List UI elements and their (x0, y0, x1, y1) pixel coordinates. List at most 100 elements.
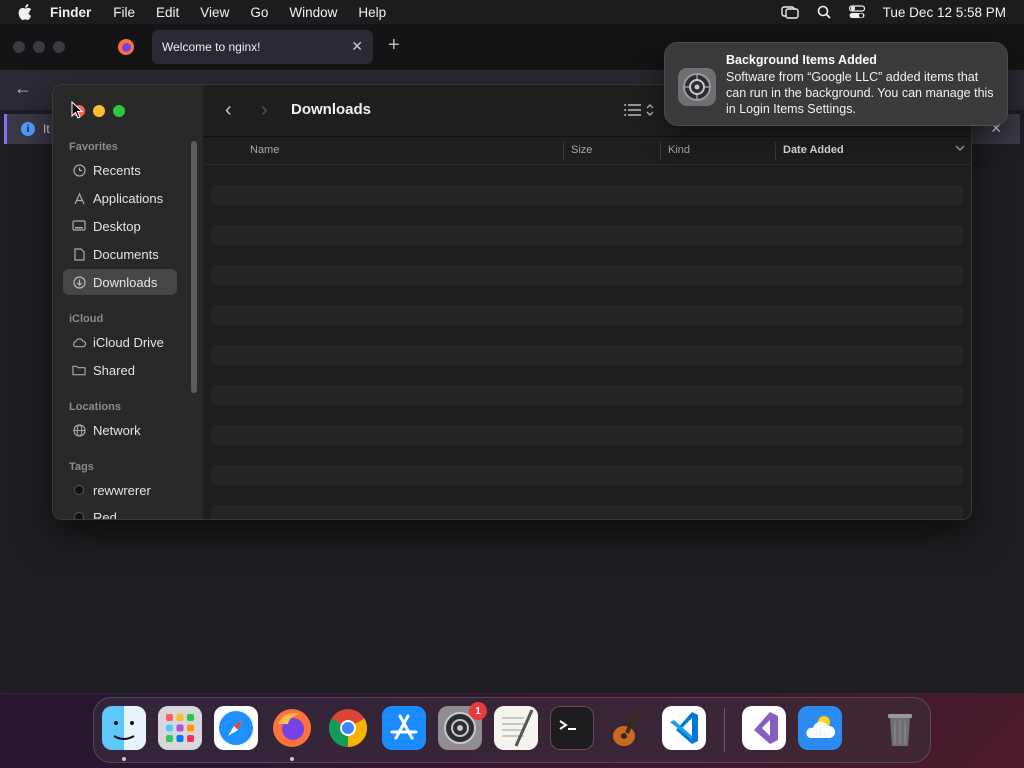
mouse-cursor-icon (71, 100, 84, 124)
sidebar-item-shared[interactable]: Shared (63, 357, 177, 383)
sidebar-section-icloud: iCloud (69, 313, 104, 325)
cloud-icon (72, 335, 86, 349)
notification-title: Background Items Added (726, 53, 877, 67)
running-indicator (290, 757, 294, 761)
back-chevron-icon[interactable]: ‹ (225, 99, 232, 122)
sidebar-item-label: Recents (93, 162, 141, 178)
app-store-dock-icon[interactable] (382, 706, 426, 750)
control-center-icon[interactable] (848, 5, 865, 19)
weather-dock-icon[interactable] (798, 706, 842, 750)
window-zoom-button[interactable] (113, 105, 125, 117)
empty-row (211, 225, 963, 245)
sidebar-item-label: iCloud Drive (93, 334, 164, 350)
safari-dock-icon[interactable] (214, 706, 258, 750)
applications-icon (72, 191, 86, 205)
sort-chevron-down-icon[interactable] (955, 143, 965, 155)
clock-icon (72, 163, 86, 177)
empty-row (211, 385, 963, 405)
menu-help[interactable]: Help (358, 5, 386, 20)
empty-row (211, 345, 963, 365)
shared-folder-icon (72, 363, 86, 377)
document-icon (72, 247, 86, 261)
menu-edit[interactable]: Edit (156, 5, 179, 20)
sidebar-item-label: Applications (93, 190, 164, 206)
sidebar-section-tags: Tags (69, 461, 94, 473)
browser-tab[interactable]: Welcome to nginx! ✕ (152, 30, 373, 64)
info-icon: i (21, 122, 35, 136)
column-divider[interactable] (660, 142, 661, 160)
column-header-name[interactable]: Name (250, 144, 279, 156)
column-divider[interactable] (775, 142, 776, 160)
tab-title: Welcome to nginx! (162, 40, 261, 54)
menu-window[interactable]: Window (289, 5, 337, 20)
vscode-dock-icon[interactable] (662, 706, 706, 750)
sidebar-section-favorites: Favorites (69, 141, 118, 153)
finder-content: ‹ › Downloads Name Size Kind Date Added (203, 85, 971, 519)
column-divider[interactable] (563, 142, 564, 160)
browser-close-dot[interactable] (13, 41, 25, 53)
globe-icon (72, 423, 86, 437)
finder-dock-icon[interactable] (102, 706, 146, 750)
column-header-row: Name Size Kind Date Added (203, 137, 971, 165)
sidebar-item-recents[interactable]: Recents (63, 157, 177, 183)
column-header-size[interactable]: Size (571, 144, 592, 156)
sidebar-item-label: Downloads (93, 274, 158, 290)
sidebar-item-tag-rewwrerer[interactable]: rewwrerer (63, 477, 177, 503)
column-header-kind[interactable]: Kind (668, 144, 690, 156)
forward-chevron-icon[interactable]: › (261, 99, 268, 122)
empty-row (211, 185, 963, 205)
launchpad-dock-icon[interactable] (158, 706, 202, 750)
empty-row (211, 265, 963, 285)
sidebar-item-desktop[interactable]: Desktop (63, 213, 177, 239)
garageband-dock-icon[interactable] (606, 706, 650, 750)
sidebar-item-network[interactable]: Network (63, 417, 177, 443)
notification-body: Software from “Google LLC” added items t… (726, 70, 994, 116)
empty-row (211, 465, 963, 485)
terminal-dock-icon[interactable] (550, 706, 594, 750)
apple-icon[interactable] (18, 4, 36, 20)
sidebar-item-downloads[interactable]: Downloads (63, 269, 177, 295)
empty-row (211, 505, 963, 519)
sidebar-scrollbar[interactable] (191, 141, 197, 393)
sidebar-item-label: rewwrerer (93, 482, 151, 498)
screen-mirroring-icon[interactable] (780, 5, 799, 19)
sidebar-item-applications[interactable]: Applications (63, 185, 177, 211)
spotlight-search-icon[interactable] (817, 5, 831, 19)
firefox-dock-icon[interactable] (270, 706, 314, 750)
tab-close-icon[interactable]: ✕ (351, 38, 363, 55)
sidebar-item-label: Shared (93, 362, 135, 378)
menu-view[interactable]: View (200, 5, 229, 20)
browser-zoom-dot[interactable] (53, 41, 65, 53)
column-header-date-added[interactable]: Date Added (783, 144, 844, 156)
info-bar-text: It (43, 122, 50, 136)
textedit-dock-icon[interactable] (494, 706, 538, 750)
download-icon (72, 275, 86, 289)
browser-back-icon[interactable]: ← (14, 78, 32, 99)
file-list (211, 185, 963, 519)
sidebar-item-icloud-drive[interactable]: iCloud Drive (63, 329, 177, 355)
empty-row (211, 425, 963, 445)
running-indicator (122, 757, 126, 761)
firefox-icon (117, 38, 135, 61)
menu-file[interactable]: File (113, 5, 135, 20)
menu-clock[interactable]: Tue Dec 12 5:58 PM (883, 5, 1006, 20)
trash-dock-icon[interactable] (878, 706, 922, 750)
notification-banner[interactable]: Background Items Added Software from “Go… (664, 42, 1008, 126)
system-settings-gear-icon (677, 67, 717, 107)
sidebar-item-documents[interactable]: Documents (63, 241, 177, 267)
list-view-icon (624, 104, 641, 116)
chrome-dock-icon[interactable] (326, 706, 370, 750)
visual-studio-dock-icon[interactable] (742, 706, 786, 750)
window-minimize-button[interactable] (93, 105, 105, 117)
browser-minimize-dot[interactable] (33, 41, 45, 53)
view-options-button[interactable] (624, 103, 654, 117)
new-tab-icon[interactable]: + (388, 34, 400, 57)
sidebar-item-label: Red (93, 509, 117, 520)
dock: 1 (93, 697, 931, 763)
notification-count-badge: 1 (469, 702, 487, 720)
sidebar-item-tag-red[interactable]: Red (63, 504, 177, 520)
empty-row (211, 305, 963, 325)
dock-separator (724, 708, 725, 752)
menu-app-name[interactable]: Finder (50, 5, 91, 20)
menu-go[interactable]: Go (250, 5, 268, 20)
